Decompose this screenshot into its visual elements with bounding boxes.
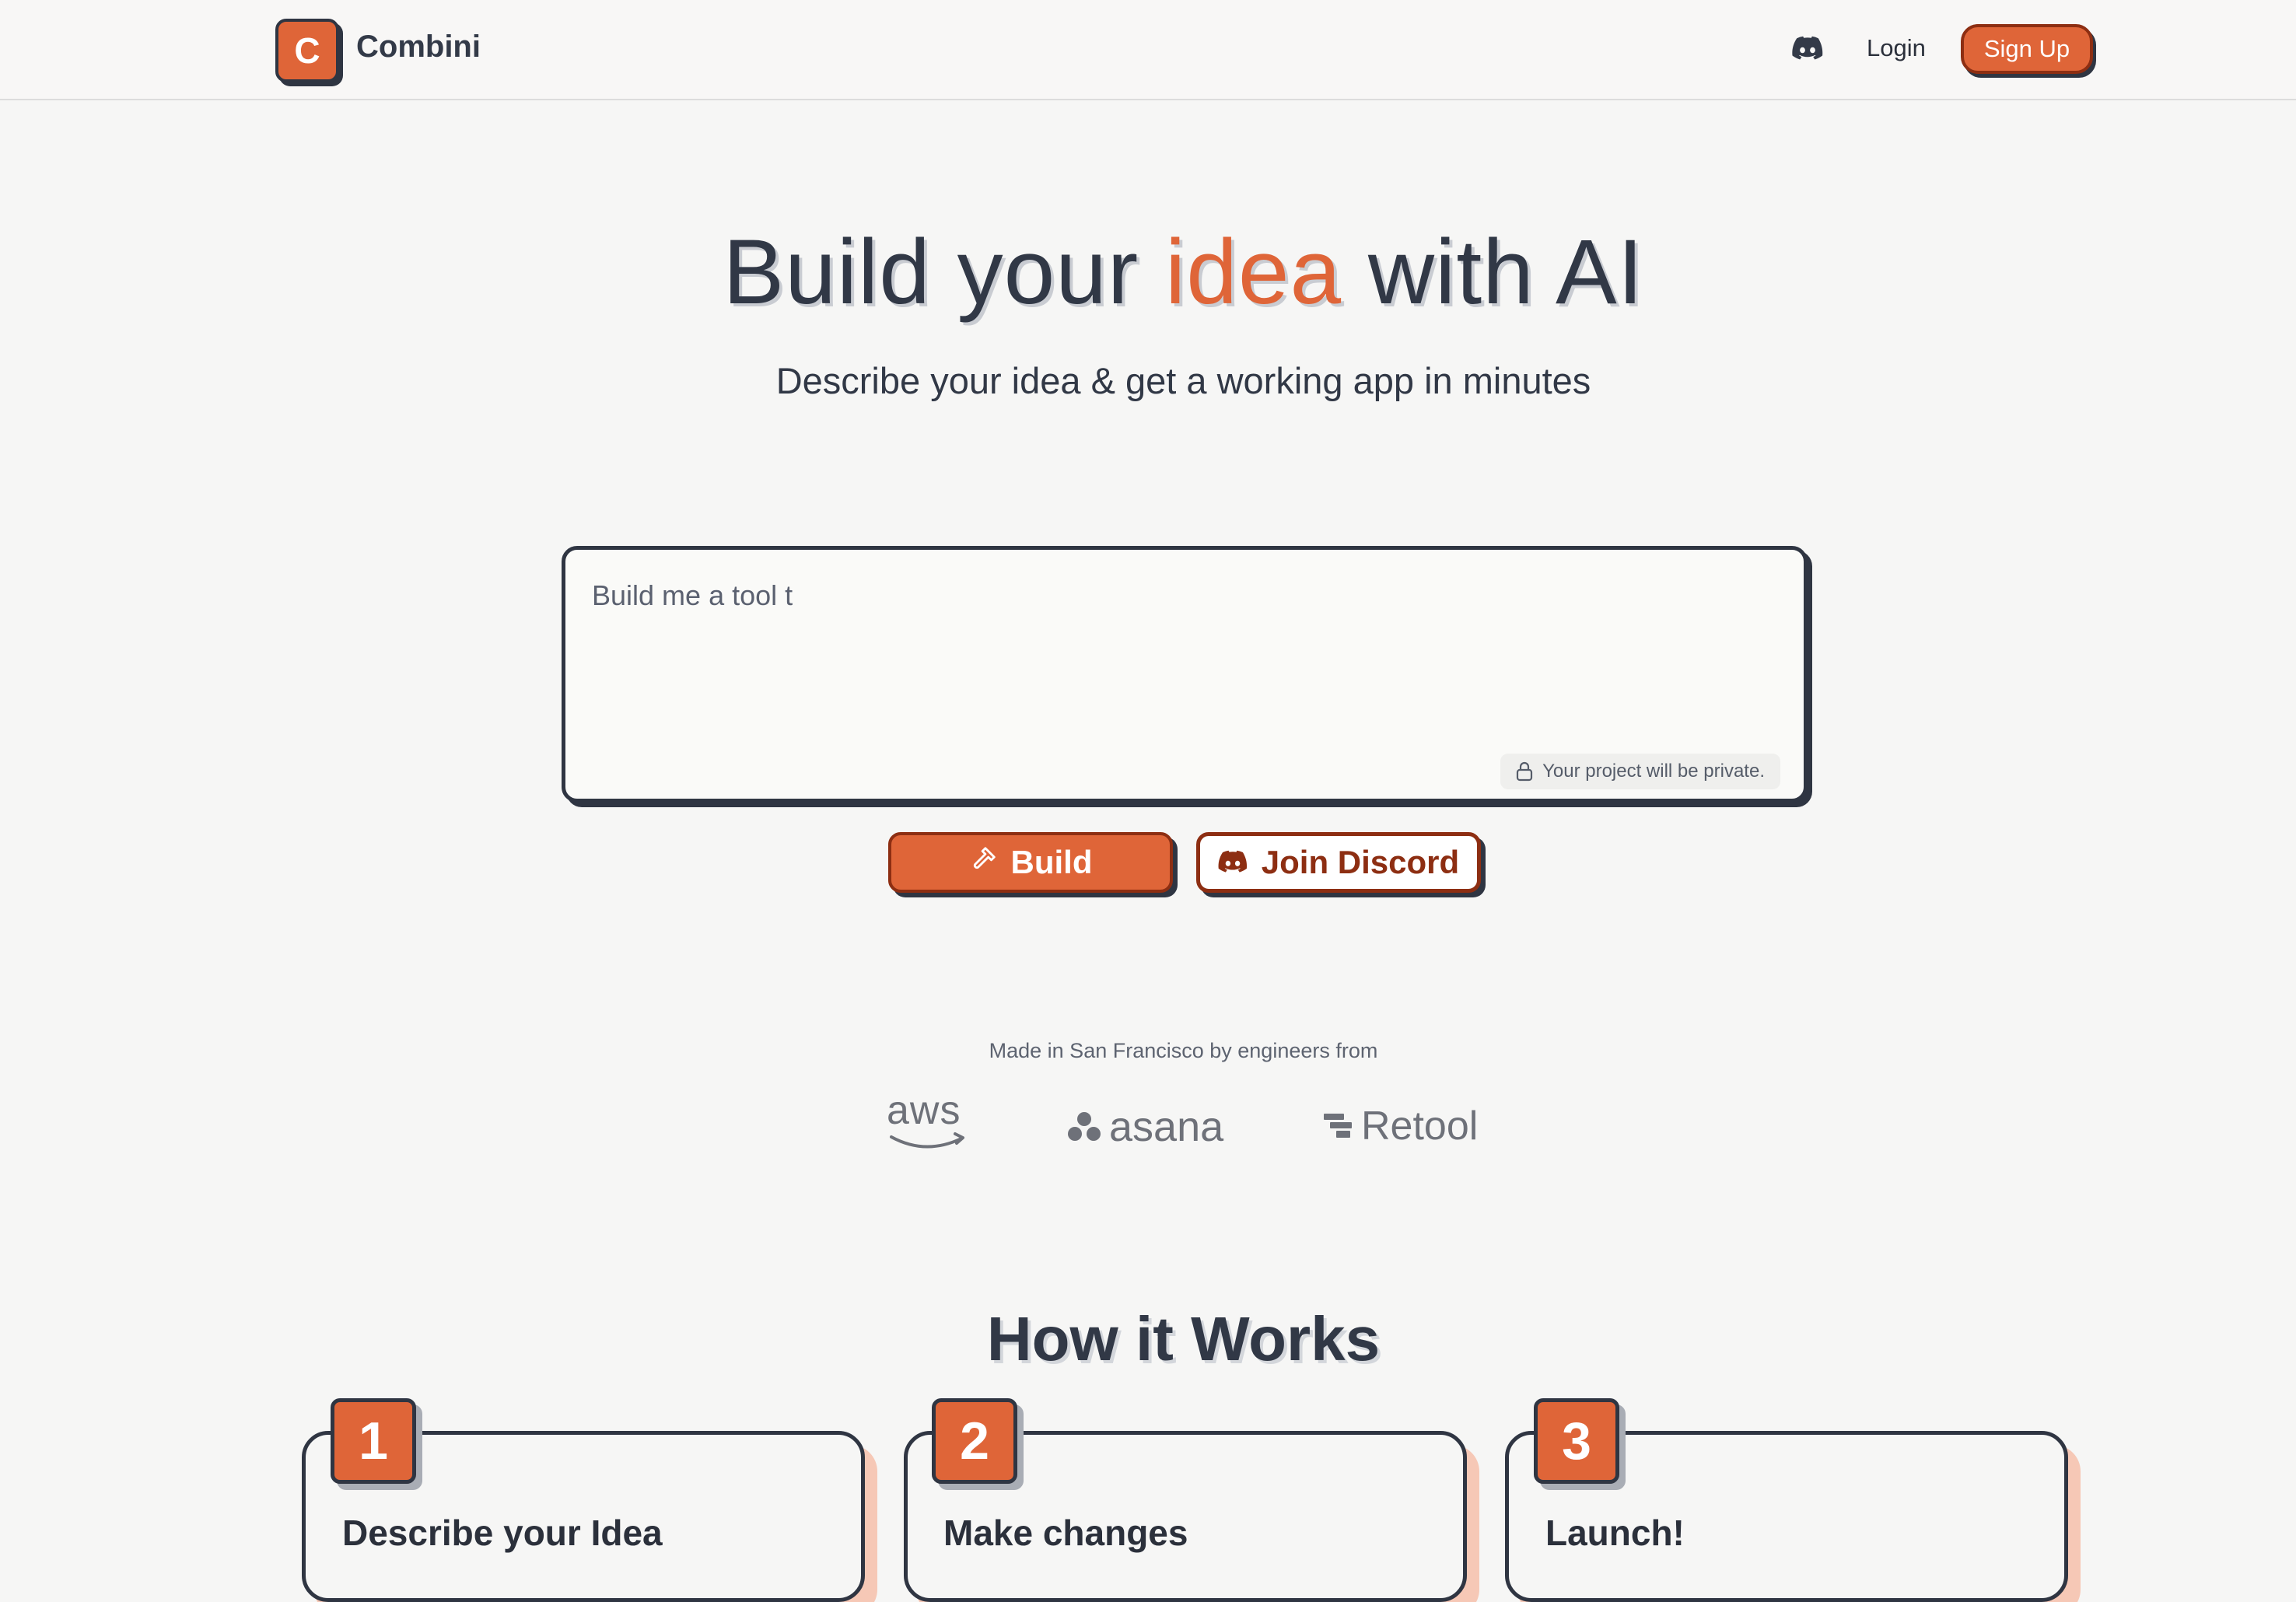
- hammer-icon: [969, 844, 999, 881]
- top-nav-bar: C Combini Login Sign Up: [0, 0, 2296, 100]
- privacy-note-text: Your project will be private.: [1542, 761, 1765, 782]
- build-button-label: Build: [1010, 844, 1093, 880]
- join-discord-button[interactable]: Join Discord: [1196, 832, 1481, 893]
- step-number-badge: 2: [932, 1398, 1017, 1484]
- step-title: Describe your Idea: [342, 1513, 663, 1553]
- aws-logo: aws: [887, 1090, 972, 1154]
- discord-icon: [1218, 844, 1248, 881]
- aws-smile-icon: [890, 1132, 964, 1149]
- step-number-badge: 3: [1534, 1398, 1619, 1484]
- step-number-badge: 1: [331, 1398, 416, 1484]
- hero-subtitle: Describe your idea & get a working app i…: [775, 360, 1591, 401]
- join-discord-label: Join Discord: [1261, 844, 1460, 880]
- combini-logo[interactable]: C: [275, 19, 339, 82]
- hero-title: Build your idea with AI: [0, 219, 2296, 325]
- retool-wordmark: Retool: [1361, 1104, 1479, 1149]
- lock-icon: [1516, 761, 1533, 782]
- login-link[interactable]: Login: [1867, 34, 1926, 62]
- hero-title-post: with AI: [1342, 221, 1644, 324]
- idea-prompt-input[interactable]: Build me a tool t Your project will be p…: [562, 546, 1808, 803]
- asana-wordmark: asana: [1109, 1104, 1224, 1150]
- privacy-note: Your project will be private.: [1500, 754, 1780, 789]
- discord-icon[interactable]: [1792, 36, 1823, 64]
- build-button[interactable]: Build: [888, 832, 1173, 893]
- hero-title-accent: idea: [1165, 221, 1342, 324]
- hero-title-pre: Build your: [723, 221, 1166, 324]
- how-it-works-title: How it Works: [986, 1304, 1381, 1373]
- retool-logo: Retool: [1322, 1103, 1478, 1149]
- made-in-text: Made in San Francisco by engineers from: [989, 1039, 1378, 1062]
- brand-name[interactable]: Combini: [356, 30, 481, 65]
- step-title: Launch!: [1545, 1513, 1685, 1553]
- step-title: Make changes: [943, 1513, 1188, 1553]
- asana-dots-icon: [1068, 1112, 1101, 1141]
- retool-mark-icon: [1324, 1114, 1352, 1138]
- prompt-input-value[interactable]: Build me a tool t: [592, 579, 793, 612]
- sign-up-button[interactable]: Sign Up: [1961, 24, 2093, 74]
- aws-wordmark: aws: [887, 1088, 961, 1133]
- asana-logo: asana: [1067, 1103, 1223, 1151]
